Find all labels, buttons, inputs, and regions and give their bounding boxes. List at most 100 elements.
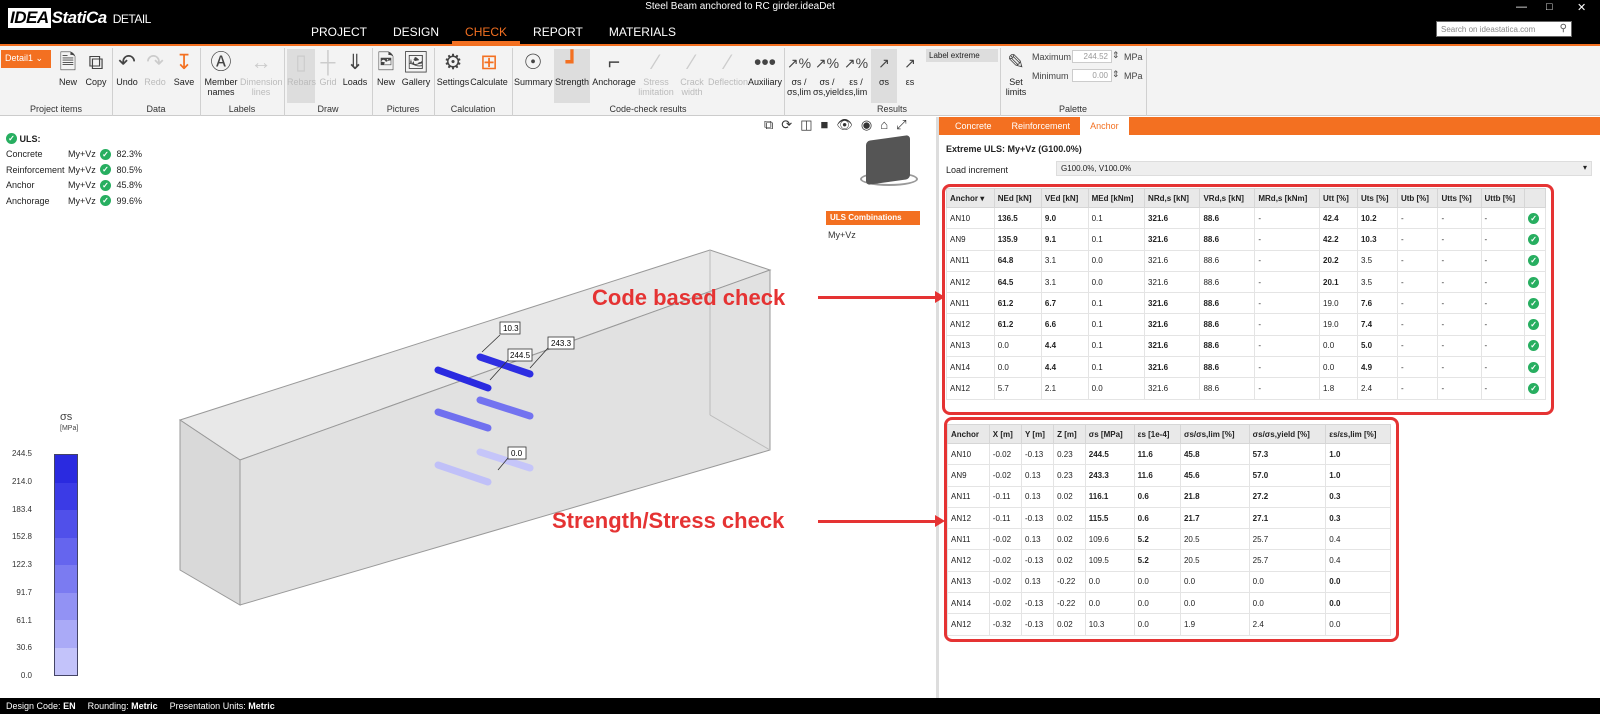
solid-icon[interactable]: ■ bbox=[821, 117, 829, 133]
home-icon[interactable]: ⌂ bbox=[880, 117, 888, 133]
table-row[interactable]: AN12 64.5 3.1 0.0 321.6 88.6-20.1 3.5- - - ✓ bbox=[946, 270, 1546, 294]
column-header[interactable]: σs/σs,lim [%] bbox=[1179, 424, 1250, 444]
menu-report[interactable]: REPORT bbox=[520, 20, 596, 44]
column-header[interactable]: X [m] bbox=[988, 424, 1023, 444]
table-row[interactable]: AN13 0.0 4.4 0.1 321.6 88.6-0.0 5.0- - - ✓ bbox=[946, 334, 1546, 358]
column-header[interactable]: Uts [%] bbox=[1356, 188, 1398, 208]
tree-uls-combinations[interactable]: ULS Combinations bbox=[826, 211, 920, 225]
table-row[interactable]: AN12 5.7 2.1 0.0 321.6 88.6-1.8 2.4- - - ✓ bbox=[946, 377, 1546, 400]
table-row[interactable]: AN12 61.2 6.6 0.1 321.6 88.6-19.0 7.4- - - ✓ bbox=[946, 313, 1546, 336]
table-row[interactable]: AN9 135.9 9.1 0.1 321.6 88.6-42.2 10.3- - - ✓ bbox=[946, 228, 1546, 251]
menu-project[interactable]: PROJECT bbox=[298, 20, 380, 44]
tab-concrete[interactable]: Concrete bbox=[945, 117, 1002, 135]
summary-button[interactable]: ☉ Summary bbox=[514, 49, 553, 101]
column-header[interactable]: Utb [%] bbox=[1396, 188, 1439, 208]
table-cell: 3.1 bbox=[1040, 270, 1089, 294]
table-row[interactable]: AN14 0.0 4.4 0.1 321.6 88.6-0.0 4.9- - - ✓ bbox=[946, 356, 1546, 379]
menu-materials[interactable]: MATERIALS bbox=[596, 20, 689, 44]
table-row[interactable]: AN12 -0.11 -0.13 0.02 115.5 0.6 21.7 27.1 0.3 bbox=[947, 506, 1391, 530]
table-cell: - bbox=[1254, 377, 1321, 400]
palette-min-input[interactable]: 0.00 bbox=[1072, 69, 1112, 82]
member-names-button[interactable]: Ⓐ Member names bbox=[202, 49, 240, 101]
table-row[interactable]: AN12 -0.02 -0.13 0.02 109.5 5.2 20.5 25.7 0.4 bbox=[947, 549, 1391, 572]
redo-button[interactable]: ↷ Redo bbox=[142, 49, 168, 101]
spinner-icon[interactable]: ⇕ bbox=[1112, 69, 1120, 80]
wireframe-icon[interactable]: ◫ bbox=[800, 117, 812, 133]
stress-limitation-button[interactable]: ∕ Stress limitation bbox=[638, 49, 674, 101]
table-row[interactable]: AN11 -0.11 0.13 0.02 116.1 0.6 21.8 27.2 0.3 bbox=[947, 485, 1391, 508]
column-header[interactable]: εs/εs,lim [%] bbox=[1325, 424, 1391, 444]
new-item-button[interactable]: 🗎 New bbox=[56, 49, 80, 101]
column-header[interactable]: VRd,s [kN] bbox=[1199, 188, 1256, 208]
crop-icon[interactable]: ⧉ bbox=[764, 117, 773, 133]
deflection-button[interactable]: ∕ Deflection bbox=[708, 49, 748, 101]
camera-icon[interactable]: ◉ bbox=[861, 117, 872, 133]
column-header[interactable]: Anchor ▾ bbox=[946, 188, 995, 208]
tab-reinforcement[interactable]: Reinforcement bbox=[1002, 117, 1081, 135]
save-button[interactable]: ↧ Save bbox=[170, 49, 198, 101]
crack-width-button[interactable]: ∕ Crack width bbox=[676, 49, 708, 101]
loads-button[interactable]: ⇓ Loads bbox=[341, 49, 369, 101]
result-eps-lim-button[interactable]: ↗% εs / εs,lim bbox=[843, 49, 869, 101]
column-header[interactable]: VEd [kN] bbox=[1040, 188, 1089, 208]
label-extreme-toggle[interactable]: Label extreme bbox=[926, 49, 998, 62]
result-sigma-lim-button[interactable]: ↗% σs / σs,lim bbox=[786, 49, 812, 101]
tab-anchor[interactable]: Anchor bbox=[1080, 117, 1129, 135]
column-header[interactable]: Y [m] bbox=[1021, 424, 1055, 444]
column-header[interactable]: NEd [kN] bbox=[993, 188, 1042, 208]
result-sigma-yield-button[interactable]: ↗% σs / σs,yield bbox=[813, 49, 844, 101]
maximize-icon[interactable]: □ bbox=[1546, 1, 1553, 13]
table-row[interactable]: AN14 -0.02 -0.13 -0.22 0.0 0.0 0.0 0.0 0.0 bbox=[947, 592, 1391, 615]
rebars-button[interactable]: ▯ Rebars bbox=[287, 49, 316, 103]
fullscreen-icon[interactable]: ⤢ bbox=[896, 117, 906, 133]
picture-new-button[interactable]: 🖻 New bbox=[374, 49, 398, 101]
table-row[interactable]: AN11 -0.02 0.13 0.02 109.6 5.2 20.5 25.7 0.4 bbox=[947, 528, 1391, 551]
table-row[interactable]: AN9 -0.02 0.13 0.23 243.3 11.6 45.6 57.0 1.0 bbox=[947, 464, 1391, 487]
result-eps-button[interactable]: ↗ εs bbox=[898, 49, 922, 101]
table-row[interactable]: AN10 136.5 9.0 0.1 321.6 88.6-42.4 10.2- - - ✓ bbox=[946, 206, 1546, 230]
column-header[interactable]: σs [MPa] bbox=[1084, 424, 1135, 444]
table-row[interactable]: AN10 -0.02 -0.13 0.23 244.5 11.6 45.8 57.3 1.0 bbox=[947, 442, 1391, 466]
rotate-icon[interactable]: ⟳ bbox=[781, 117, 792, 133]
table-row[interactable]: AN13 -0.02 0.13 -0.22 0.0 0.0 0.0 0.0 0.0 bbox=[947, 570, 1391, 594]
auxiliary-button[interactable]: ••• Auxiliary bbox=[748, 49, 782, 101]
minimize-icon[interactable]: — bbox=[1516, 1, 1527, 13]
palette-max-input[interactable]: 244.52 bbox=[1072, 50, 1112, 63]
column-header[interactable]: Anchor bbox=[947, 424, 990, 444]
table-row[interactable]: AN12 -0.32 -0.13 0.02 10.3 0.0 1.9 2.4 0.0 bbox=[947, 613, 1391, 636]
menu-check[interactable]: CHECK bbox=[452, 20, 521, 44]
column-header[interactable] bbox=[1524, 188, 1546, 208]
undo-button[interactable]: ↶ Undo bbox=[114, 49, 140, 101]
filter-icon[interactable]: ▾ bbox=[978, 194, 984, 203]
calculate-button[interactable]: ⊞ Calculate bbox=[470, 49, 508, 101]
copy-button[interactable]: ⧉ Copy bbox=[82, 49, 110, 101]
column-header[interactable]: MEd [kNm] bbox=[1087, 188, 1146, 208]
menu-design[interactable]: DESIGN bbox=[380, 20, 452, 44]
column-header[interactable]: Utt [%] bbox=[1319, 188, 1358, 208]
column-header[interactable]: MRd,s [kNm] bbox=[1254, 188, 1321, 208]
column-header[interactable]: εs [1e-4] bbox=[1133, 424, 1181, 444]
table-row[interactable]: AN11 61.2 6.7 0.1 321.6 88.6-19.0 7.6- - - ✓ bbox=[946, 292, 1546, 315]
set-limits-button[interactable]: ✎ Set limits bbox=[1002, 49, 1030, 101]
settings-button[interactable]: ⚙ Settings bbox=[436, 49, 470, 101]
column-header[interactable]: Uttb [%] bbox=[1480, 188, 1526, 208]
spinner-icon[interactable]: ⇕ bbox=[1112, 50, 1120, 61]
grid-button[interactable]: ┼ Grid bbox=[317, 49, 339, 101]
column-header[interactable]: NRd,s [kN] bbox=[1144, 188, 1201, 208]
search-input[interactable]: Search on ideastatica.com ⚲ bbox=[1436, 21, 1572, 37]
column-header[interactable]: σs/σs,yield [%] bbox=[1248, 424, 1327, 444]
table-row[interactable]: AN11 64.8 3.1 0.0 321.6 88.6-20.2 3.5- - - ✓ bbox=[946, 249, 1546, 272]
column-header[interactable]: Utts [%] bbox=[1437, 188, 1482, 208]
detail-selector[interactable]: Detail1 ⌄ bbox=[1, 50, 51, 68]
gallery-button[interactable]: 🖼 Gallery bbox=[400, 49, 432, 101]
column-header[interactable]: Z [m] bbox=[1053, 424, 1086, 444]
dimension-lines-button[interactable]: ↔ Dimension lines bbox=[240, 49, 283, 101]
close-icon[interactable]: ✕ bbox=[1577, 1, 1586, 14]
strength-button[interactable]: ┛ Strength bbox=[554, 49, 590, 103]
load-increment-select[interactable]: G100.0%, V100.0% ▾ bbox=[1056, 161, 1592, 176]
anchorage-button[interactable]: ⌐ Anchorage bbox=[592, 49, 636, 101]
tree-item-myvz[interactable]: My+Vz bbox=[828, 230, 856, 240]
result-sigma-button[interactable]: ↗ σs bbox=[871, 49, 897, 103]
view-cube[interactable] bbox=[866, 134, 910, 186]
eye-icon[interactable]: 👁 bbox=[836, 117, 853, 133]
